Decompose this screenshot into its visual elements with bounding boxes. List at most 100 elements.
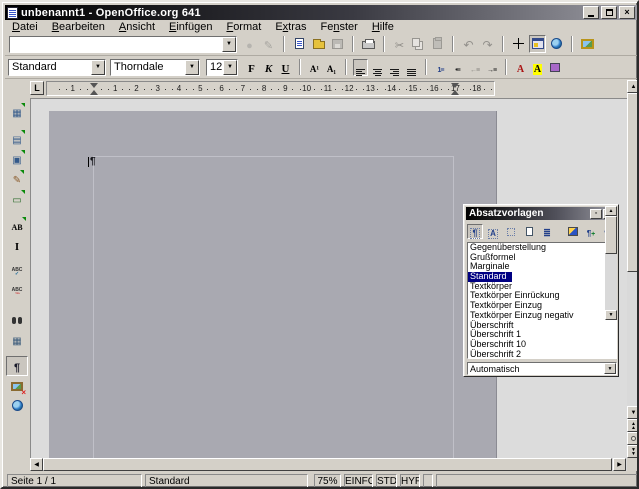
chevron-down-icon[interactable]: ▼	[222, 37, 236, 52]
left-indent-marker[interactable]	[90, 90, 98, 95]
font-color-button[interactable]: A	[513, 59, 528, 76]
minimize-button[interactable]	[583, 6, 599, 19]
autospellcheck-button[interactable]: ABC~~	[6, 282, 28, 302]
frame-styles-button[interactable]	[503, 224, 519, 239]
style-filter-value[interactable]: Automatisch	[468, 363, 604, 374]
stylist-button[interactable]	[529, 35, 546, 53]
scroll-thumb[interactable]	[605, 216, 617, 254]
style-list-scrollbar[interactable]: ▲ ▼	[605, 206, 617, 320]
status-insert-mode[interactable]: EINFG	[344, 474, 373, 488]
menu-format[interactable]: Format	[219, 21, 268, 33]
left-indent-marker[interactable]	[90, 83, 98, 88]
align-left-button[interactable]	[353, 59, 368, 76]
hyperlink-dialog-button[interactable]	[548, 35, 565, 53]
next-page-button[interactable]: ▼▼	[627, 445, 639, 458]
navigator-button[interactable]	[510, 35, 527, 53]
page[interactable]: ¶	[49, 111, 497, 458]
numbering-button[interactable]: 1≡	[433, 59, 448, 76]
horizontal-scroll-thumb[interactable]	[43, 458, 612, 471]
direct-cursor-button[interactable]: I	[6, 235, 28, 255]
close-button[interactable]: ×	[619, 6, 635, 19]
font-name-combo[interactable]: Thorndale ▼	[110, 59, 200, 76]
vertical-scroll-thumb[interactable]	[627, 93, 639, 272]
autotext-button[interactable]: AB	[6, 215, 28, 235]
menu-bearbeiten[interactable]: Bearbeiten	[45, 21, 112, 33]
menu-extras[interactable]: Extras	[268, 21, 313, 33]
paste-button[interactable]	[429, 35, 446, 53]
scroll-left-button[interactable]: ◀	[30, 458, 43, 471]
status-selection-mode[interactable]: STD	[376, 474, 397, 488]
underline-button[interactable]: U	[278, 59, 293, 76]
form-functions-button[interactable]: ▭	[6, 188, 28, 208]
style-list[interactable]: GegenüberstellungGrußformelMarginaleStan…	[467, 242, 617, 359]
chevron-down-icon[interactable]: ▼	[223, 60, 237, 75]
scroll-down-button[interactable]: ▼	[605, 310, 617, 320]
open-button[interactable]	[310, 35, 327, 53]
italic-button[interactable]: K	[261, 59, 276, 76]
paragraph-style-combo[interactable]: Standard ▼	[8, 59, 106, 76]
find-button[interactable]	[6, 309, 28, 329]
online-layout-button[interactable]	[6, 396, 28, 416]
graphics-onoff-button[interactable]: ×	[6, 376, 28, 396]
subscript-button[interactable]: A₁	[324, 59, 339, 76]
stylist-title-bar[interactable]: Absatzvorlagen ▫ ×	[466, 207, 616, 220]
scroll-right-button[interactable]: ▶	[613, 458, 626, 471]
font-size-value[interactable]: 12	[207, 60, 223, 75]
url-combo-value[interactable]	[10, 37, 222, 52]
horizontal-scrollbar[interactable]: ◀ ▶	[30, 458, 627, 471]
justify-button[interactable]	[404, 59, 419, 76]
status-page[interactable]: Seite 1 / 1	[7, 474, 142, 488]
status-zoom[interactable]: 75%	[314, 474, 341, 488]
data-sources-button[interactable]: ▦	[6, 329, 28, 349]
menu-hilfe[interactable]: Hilfe	[365, 21, 401, 33]
spellcheck-button[interactable]: ABC✓	[6, 262, 28, 282]
stop-button[interactable]: ●	[241, 35, 258, 53]
gallery-button[interactable]	[579, 35, 596, 53]
insert-fields-button[interactable]: ▤	[6, 128, 28, 148]
paragraph-styles-button[interactable]: ¶	[467, 224, 483, 239]
nonprinting-characters-button[interactable]: ¶	[6, 356, 28, 376]
align-right-button[interactable]	[387, 59, 402, 76]
scroll-up-button[interactable]: ▲	[605, 206, 617, 216]
maximize-button[interactable]	[601, 6, 617, 19]
character-styles-button[interactable]: A	[485, 224, 501, 239]
fill-format-button[interactable]	[565, 224, 581, 239]
save-button[interactable]	[329, 35, 346, 53]
bold-button[interactable]: F	[244, 59, 259, 76]
numbering-styles-button[interactable]: ≣	[539, 224, 555, 239]
menu-einfügen[interactable]: Einfügen	[162, 21, 219, 33]
align-center-button[interactable]	[370, 59, 385, 76]
font-name-value[interactable]: Thorndale	[111, 60, 185, 75]
vertical-scrollbar[interactable]: ▲ ▼ ▲▲ ▼▼	[627, 80, 639, 471]
page-styles-button[interactable]	[521, 224, 537, 239]
copy-button[interactable]	[410, 35, 427, 53]
edit-file-button[interactable]: ✎	[260, 35, 277, 53]
previous-page-button[interactable]: ▲▲	[627, 419, 639, 432]
stylist-window[interactable]: Absatzvorlagen ▫ × ¶A≣¶+¶ Gegenüberstell…	[463, 204, 619, 377]
superscript-button[interactable]: A¹	[307, 59, 322, 76]
title-bar[interactable]: unbenannt1 - OpenOffice.org 641 ×	[5, 5, 637, 20]
tab-type-selector[interactable]: L	[30, 81, 44, 95]
highlighting-button[interactable]: A	[530, 59, 545, 76]
new-document-button[interactable]	[291, 35, 308, 53]
style-list-item[interactable]: Überschrift 2	[468, 350, 616, 359]
status-hyperlink-mode[interactable]: HYP	[400, 474, 420, 488]
menu-datei[interactable]: Datei	[5, 21, 45, 33]
style-filter-combo[interactable]: Automatisch ▼	[467, 362, 617, 375]
right-indent-marker[interactable]	[451, 83, 459, 88]
cut-button[interactable]: ✂	[391, 35, 408, 53]
right-indent-marker[interactable]	[451, 90, 459, 95]
print-button[interactable]	[360, 35, 377, 53]
scroll-up-button[interactable]: ▲	[627, 80, 639, 93]
menu-fenster[interactable]: Fenster	[314, 21, 365, 33]
font-size-combo[interactable]: 12 ▼	[206, 59, 238, 76]
chevron-down-icon[interactable]: ▼	[185, 60, 199, 75]
chevron-down-icon[interactable]: ▼	[91, 60, 105, 75]
horizontal-ruler[interactable]: 1123456789101112131415161718	[46, 81, 495, 96]
new-style-button[interactable]: ¶+	[583, 224, 599, 239]
redo-button[interactable]: ↷	[479, 35, 496, 53]
url-combo[interactable]: ▼	[9, 36, 237, 53]
increase-indent-button[interactable]: →≡	[484, 59, 499, 76]
draw-functions-button[interactable]: ✎	[6, 168, 28, 188]
bullets-button[interactable]: •≡	[450, 59, 465, 76]
